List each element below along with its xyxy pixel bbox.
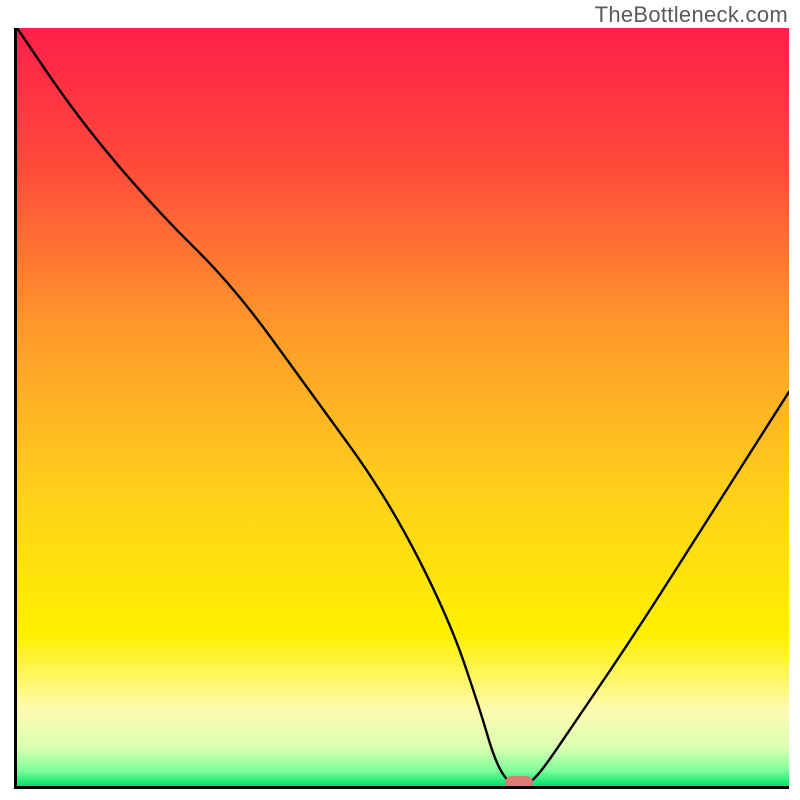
plot-area bbox=[14, 28, 789, 789]
bottleneck-chart: TheBottleneck.com bbox=[0, 0, 800, 800]
watermark-label: TheBottleneck.com bbox=[595, 2, 788, 28]
bottleneck-curve bbox=[17, 28, 789, 786]
optimal-point-marker bbox=[505, 776, 533, 789]
